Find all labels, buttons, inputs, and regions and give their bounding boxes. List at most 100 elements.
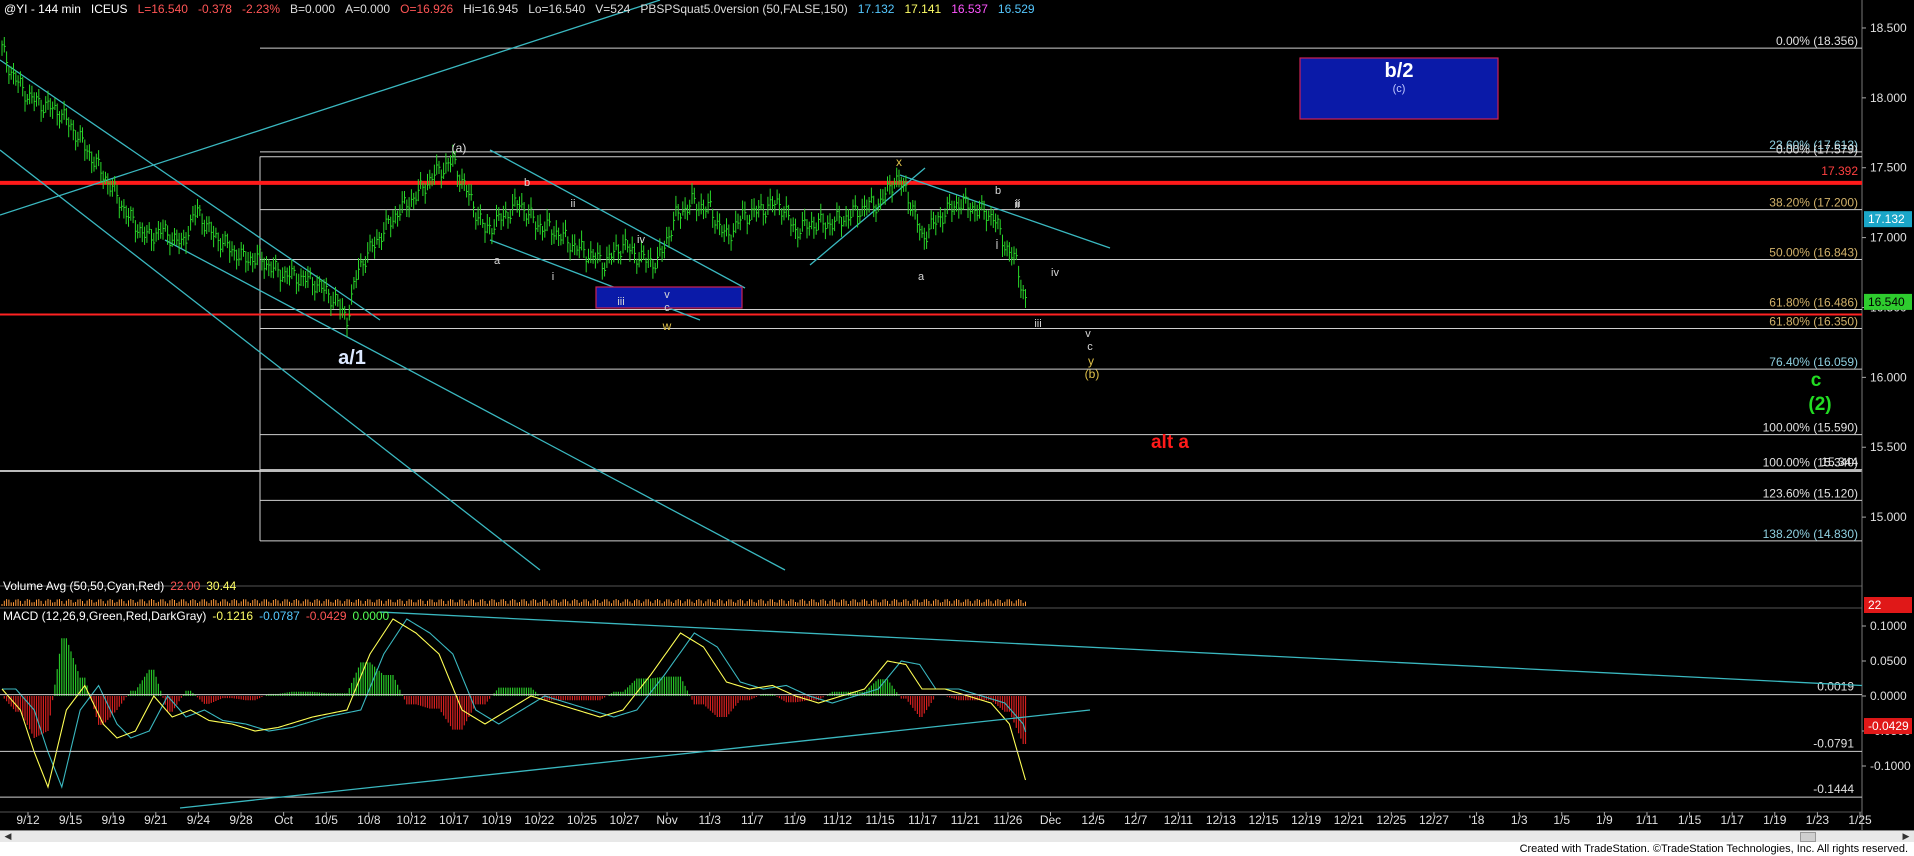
date-tick-label: 12/13 (1206, 813, 1236, 827)
trend-channel-line (0, 149, 541, 571)
macd-level-label: -0.1444 (1813, 782, 1854, 796)
price-tick-label: 15.500 (1870, 440, 1907, 454)
low-price: Lo=16.540 (528, 2, 586, 16)
trend-channel-line (0, 59, 381, 321)
price-tick-label: 18.500 (1870, 21, 1907, 35)
price-bars (1, 36, 1027, 337)
last-price-badge: 16.540 (1868, 295, 1905, 309)
wave-label-c-paren: (c) (1393, 83, 1406, 95)
date-tick-label: 12/19 (1291, 813, 1321, 827)
date-tick-label: 1/23 (1806, 813, 1830, 827)
fib-level-label: 0.00% (17.579) (1776, 143, 1858, 157)
wave-label-a-paren: (a) (452, 141, 467, 155)
date-tick-label: 1/3 (1511, 813, 1528, 827)
price-tick-label: 17.500 (1870, 161, 1907, 175)
open-price: O=16.926 (400, 2, 454, 16)
date-tick-label: 1/9 (1596, 813, 1613, 827)
volume-badge: 22 (1868, 598, 1882, 612)
volume-value: V=524 (595, 2, 631, 16)
macd-level-label: 0.0019 (1817, 680, 1854, 694)
fib-level-label: 61.80% (16.486) (1769, 295, 1858, 309)
volume-value-2: 30.44 (206, 579, 237, 593)
date-tick-label: 12/21 (1334, 813, 1364, 827)
date-tick-label: Nov (656, 813, 677, 827)
study-value-4: 16.529 (997, 2, 1035, 16)
date-tick-label: 1/15 (1678, 813, 1702, 827)
fib-level-label: 50.00% (16.843) (1769, 246, 1858, 260)
date-tick-label: 12/25 (1376, 813, 1406, 827)
date-tick-label: 12/7 (1124, 813, 1148, 827)
wave-label-minor: iii (617, 296, 624, 308)
wave-label-a1: a/1 (338, 347, 366, 369)
date-tick-label: 10/22 (524, 813, 554, 827)
wave-label-alt-a: alt a (1151, 432, 1189, 453)
macd-tick-label: 0.1000 (1870, 619, 1907, 633)
macd-panel-title: MACD (12,26,9,Green,Red,DarkGray) -0.1216… (3, 609, 395, 623)
fib-level-label: 76.40% (16.059) (1769, 355, 1858, 369)
footer-bar: Created with TradeStation. ©TradeStation… (0, 842, 1914, 856)
date-tick-label: 11/3 (698, 813, 721, 827)
date-tick-label: 11/15 (866, 813, 895, 827)
high-price: Hi=16.945 (463, 2, 519, 16)
date-tick-label: 9/15 (59, 813, 83, 827)
date-tick-label: 1/25 (1848, 813, 1872, 827)
macd-value-4: 0.0000 (352, 609, 390, 623)
last-price: L=16.540 (137, 2, 188, 16)
macd-tick-label: 0.0500 (1870, 654, 1907, 668)
exchange-label: ICEUS (90, 2, 128, 16)
scrollbar-thumb[interactable] (1800, 832, 1816, 842)
chart-header: @YI - 144 min ICEUS L=16.540 -0.378 -2.23% B=… (4, 2, 1045, 16)
volume-value-1: 22.00 (170, 579, 201, 593)
symbol-label: @YI - 144 min (4, 2, 81, 16)
date-tick-label: 12/11 (1164, 813, 1193, 827)
wave-label-y: y (1088, 354, 1094, 368)
date-tick-label: 10/17 (439, 813, 469, 827)
wave-label-2-green: (2) (1808, 394, 1831, 415)
date-tick-label: 9/28 (229, 813, 253, 827)
macd-badge: -0.0429 (1868, 719, 1909, 733)
study-value-3: 16.537 (951, 2, 988, 16)
scroll-right-icon[interactable]: ▶ (1900, 831, 1912, 842)
date-tick-label: Oct (274, 813, 293, 827)
wave-label-minor: i (996, 240, 998, 252)
wave-label-minor: b (995, 185, 1001, 197)
macd-tick-label: 0.0000 (1870, 689, 1907, 703)
net-change: -0.378 (197, 2, 232, 16)
date-tick-label: 10/8 (357, 813, 381, 827)
fib-level-label: 15.344 (1821, 455, 1858, 469)
net-change-pct: -2.23% (241, 2, 281, 16)
macd-level-label: -0.0791 (1813, 736, 1854, 750)
date-tick-label: 12/27 (1419, 813, 1449, 827)
date-tick-label: 10/19 (482, 813, 512, 827)
date-tick-label: 12/5 (1081, 813, 1105, 827)
date-tick-label: 10/12 (396, 813, 426, 827)
date-tick-label: 12/15 (1249, 813, 1279, 827)
wave-label-minor: iv (1051, 267, 1059, 279)
wave-label-minor: a (494, 255, 501, 267)
fib-level-label: 123.60% (15.120) (1763, 486, 1858, 500)
price-tick-label: 15.000 (1870, 510, 1907, 524)
wave-label-minor: a (918, 271, 925, 283)
wave-label-minor: b (524, 177, 530, 189)
wave-label-minor: v (1085, 328, 1091, 340)
date-tick-label: 1/11 (1636, 813, 1659, 827)
wave-label-minor: iv (637, 234, 645, 246)
horizontal-scrollbar[interactable]: ◀ ▶ (0, 830, 1914, 842)
date-tick-label: '18 (1469, 813, 1485, 827)
scroll-left-icon[interactable]: ◀ (2, 831, 14, 842)
wave-label-minor: c (664, 302, 670, 314)
wave-label-minor: c (1087, 341, 1093, 353)
wave-label-minor: v (664, 289, 670, 301)
macd-signal-line (2, 618, 1027, 789)
study-value-2: 17.141 (904, 2, 942, 16)
wave-label-minor: ii (1016, 198, 1021, 210)
wave-label-c-green: c (1811, 370, 1822, 391)
date-tick-label: 10/27 (609, 813, 639, 827)
wave-label-w: w (662, 319, 672, 333)
wave-label-b2: b/2 (1385, 60, 1414, 82)
wave-label-x: x (896, 155, 902, 169)
fib-level-label: 138.20% (14.830) (1763, 527, 1858, 541)
fib-level-label: 0.00% (18.356) (1776, 34, 1858, 48)
wave-label-b-paren: (b) (1085, 367, 1100, 381)
date-tick-label: 10/25 (567, 813, 597, 827)
